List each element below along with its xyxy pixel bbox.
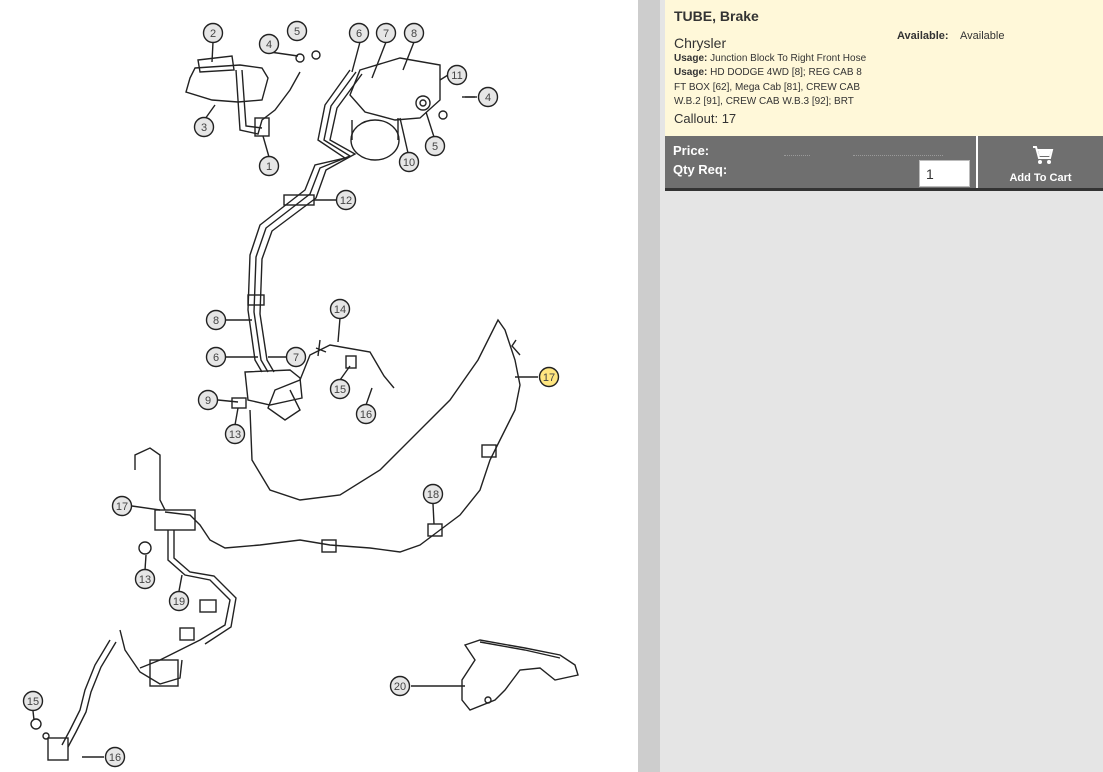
callout-label: 7 [293,352,299,364]
callout-15-bubble[interactable]: 15 [329,378,351,400]
caliper-bracket [119,629,183,685]
callout-8-bubble[interactable]: 8 [403,22,425,44]
callout-16-bubble[interactable]: 16 [104,746,126,768]
callout-14-bubble[interactable]: 14 [329,298,351,320]
part-info: TUBE, Brake Chrysler Usage: Junction Blo… [665,0,1103,136]
diagram-drawing [30,50,579,761]
callout-label: 13 [139,574,151,586]
callout-9-bubble[interactable]: 9 [197,389,219,411]
add-to-cart-label: Add To Cart [1009,172,1072,184]
add-to-cart-button[interactable]: Add To Cart [978,136,1103,188]
shopping-cart-icon [1033,146,1054,164]
callout-label: 8 [213,315,219,327]
callout-7-bubble[interactable]: 7 [285,346,307,368]
callout-4-bubble[interactable]: 4 [258,33,280,55]
callout-4-bubble[interactable]: 4 [477,86,499,108]
part-brand: Chrysler [674,35,727,51]
callout-label: 4 [485,92,491,104]
callout-13-bubble[interactable]: 13 [224,423,246,445]
callout-11-bubble[interactable]: 11 [446,64,468,86]
callout-label: 14 [334,304,346,316]
callout-label: 9 [205,395,211,407]
callout-17-bubble[interactable]: 17 [538,366,560,388]
app: 2 4 5 3 1 6 7 8 11 4 5 10 12 8 6 7 14 15 16 9 13 17 17 18 13 19 15… [0,0,1103,772]
callout-label: 16 [360,409,372,421]
callout-19-bubble[interactable]: 19 [168,590,190,612]
callout-label: 17 [543,372,555,384]
hcu-module [349,57,441,121]
usage-label: Usage: [674,53,708,64]
purchase-bar: Price: Qty Req: Add To Cart [665,136,1103,188]
callout-label: 2 [210,28,216,40]
callout-8-bubble[interactable]: 8 [205,309,227,331]
callout-5-bubble[interactable]: 5 [286,20,308,42]
callout-7-bubble[interactable]: 7 [375,22,397,44]
callout-label: 18 [427,489,439,501]
junction-block [244,369,303,406]
callout-label: 7 [383,28,389,40]
splash-shield-20 [461,639,579,711]
usage-label: Usage: [674,67,708,78]
callout-label: 17 [116,501,128,513]
price-dots [784,155,810,156]
callout-label: 5 [294,26,300,38]
callout-2-bubble[interactable]: 2 [202,22,224,44]
callout-label: 19 [173,596,185,608]
usage-text: Junction Block To Right Front Hose [710,53,867,64]
availability-value: Available [960,30,1005,42]
callout-label: 20 [394,681,406,693]
price-label: Price: [673,143,710,158]
callout-layer: 245316 7 81145101286 7141516913171718131915… [22,20,560,768]
part-callout: Callout: 17 [674,111,737,126]
panel-divider [638,0,660,772]
part-detail-panel: TUBE, Brake Chrysler Usage: Junction Blo… [660,0,1103,772]
callout-label: 6 [356,28,362,40]
callout-12-bubble[interactable]: 12 [335,189,357,211]
callout-label: 4 [266,39,272,51]
usage-line-2: Usage: HD DODGE 4WD [8]; REG CAB 8 FT BO… [674,66,874,110]
callout-17-bubble[interactable]: 17 [111,495,133,517]
callout-6-bubble[interactable]: 6 [348,22,370,44]
callout-13-bubble[interactable]: 13 [134,568,156,590]
part-title: TUBE, Brake [674,8,759,24]
callout-16-bubble[interactable]: 16 [355,403,377,425]
usage-line-1: Usage: Junction Block To Right Front Hos… [674,52,874,67]
part-card: TUBE, Brake Chrysler Usage: Junction Blo… [665,0,1103,191]
callout-10-bubble[interactable]: 10 [398,151,420,173]
callout-1-bubble[interactable]: 1 [258,155,280,177]
fitting-16 [47,737,69,761]
callout-label: 12 [340,195,352,207]
callout-18-bubble[interactable]: 18 [422,483,444,505]
qty-input[interactable] [919,160,970,187]
hcu-motor [350,119,400,161]
callout-label: 6 [213,352,219,364]
leader-lines [32,41,538,758]
parts-diagram: 2 4 5 3 1 6 7 8 11 4 5 10 12 8 6 7 14 15 16 9 13 17 17 18 13 19 15… [0,0,638,772]
callout-label: 10 [403,157,415,169]
callout-label: 5 [432,141,438,153]
callout-3-bubble[interactable]: 3 [193,116,215,138]
callout-5-bubble[interactable]: 5 [424,135,446,157]
tube-17-left [134,447,166,511]
clip-8 [247,294,265,306]
callout-6-bubble[interactable]: 6 [205,346,227,368]
callout-label: 15 [334,384,346,396]
callout-label: 16 [109,752,121,764]
callout-label: 1 [266,161,272,173]
purchase-bar-border [665,188,1103,191]
availability-label: Available: [897,30,949,42]
qty-label: Qty Req: [673,162,728,177]
callout-20-bubble[interactable]: 20 [389,675,411,697]
price-dots [853,155,943,156]
callout-label: 15 [27,696,39,708]
callout-label: 11 [451,70,462,82]
callout-label: 8 [411,28,417,40]
callout-label: 3 [201,122,207,134]
callout-label: 13 [229,429,241,441]
callout-15-bubble[interactable]: 15 [22,690,44,712]
diagram-svg: 245316 7 81145101286 7141516913171718131915… [22,20,579,768]
